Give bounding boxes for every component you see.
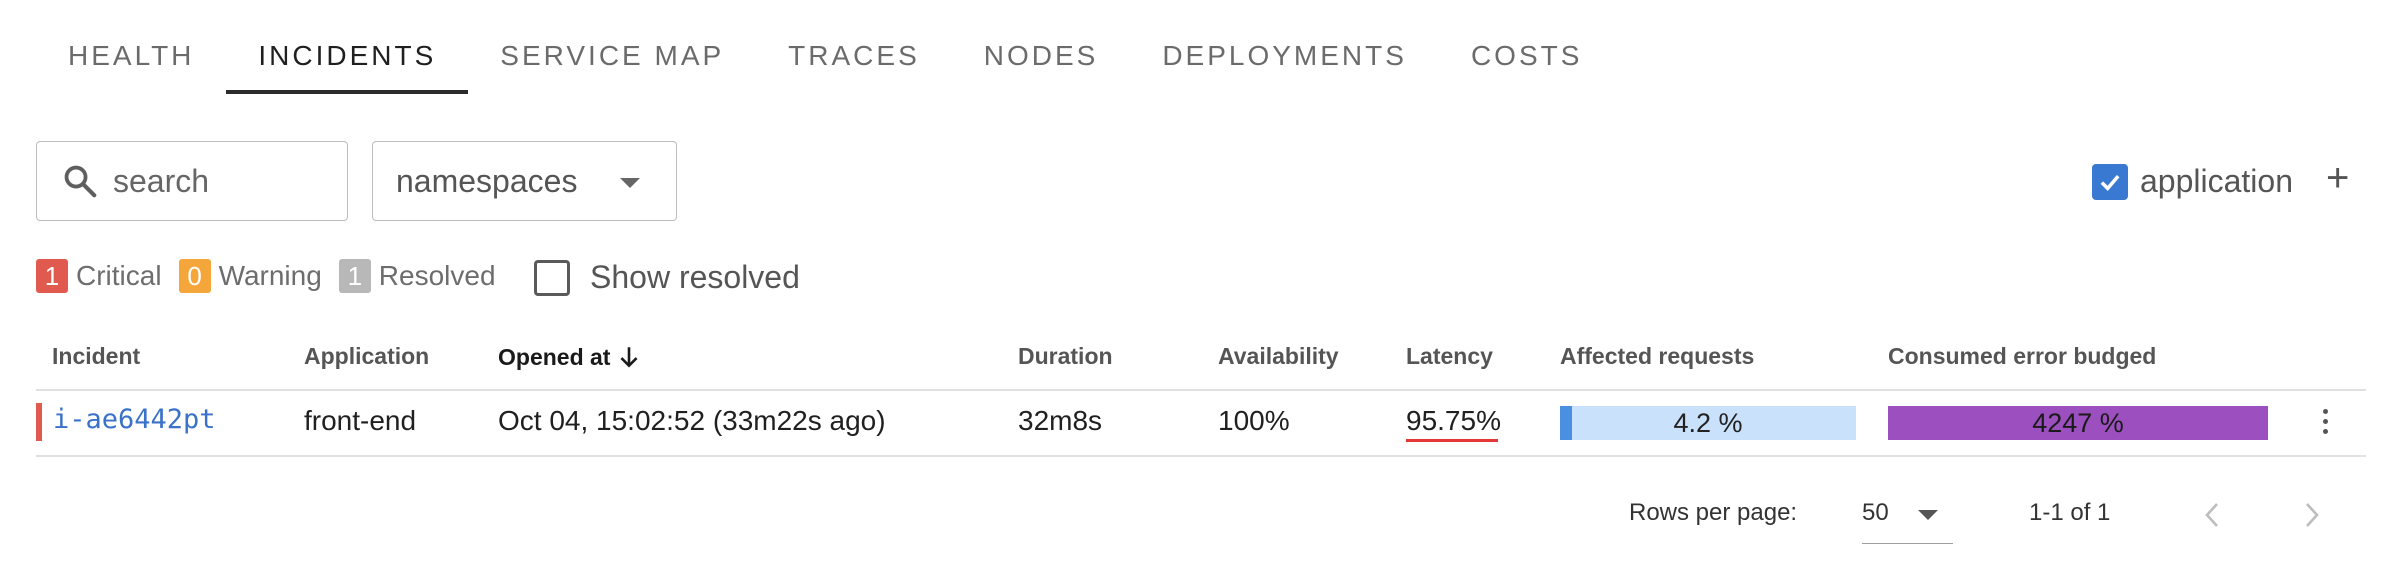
application-filter[interactable]: application: [2092, 163, 2293, 200]
search-box[interactable]: [36, 141, 348, 221]
show-resolved-toggle[interactable]: Show resolved: [534, 259, 800, 296]
tab-health[interactable]: HEALTH: [36, 30, 226, 94]
application-label: application: [2140, 163, 2293, 199]
resolved-status: 1 Resolved: [338, 259, 496, 293]
chevron-left-icon[interactable]: [2200, 500, 2224, 530]
more-options-icon[interactable]: [2321, 409, 2329, 434]
chevron-down-icon: [620, 178, 640, 188]
rows-per-page-value: 50: [1862, 499, 1889, 526]
affected-requests-value: 4.2 %: [1673, 408, 1743, 438]
chevron-down-icon: [1918, 510, 1938, 520]
cell-latency: 95.75%: [1406, 405, 1501, 436]
row-divider: [36, 455, 2366, 457]
tab-deployments[interactable]: DEPLOYMENTS: [1130, 30, 1439, 94]
column-header-opened-at-label: Opened at: [498, 343, 611, 370]
incident-link[interactable]: i-ae6442pt: [53, 404, 216, 435]
cell-application: front-end: [304, 405, 417, 436]
warning-label: Warning: [218, 260, 322, 291]
namespaces-select[interactable]: namespaces: [372, 141, 677, 221]
plus-icon[interactable]: +: [2326, 158, 2349, 198]
search-icon: [64, 165, 97, 198]
cell-opened-at: Oct 04, 15:02:52 (33m22s ago): [498, 405, 886, 436]
column-header-incident[interactable]: Incident: [52, 343, 140, 370]
cell-duration: 32m8s: [1018, 405, 1103, 436]
affected-requests-bar: 4.2 %: [1560, 406, 1856, 440]
warning-status: 0 Warning: [178, 259, 322, 293]
consumed-error-budget-bar: 4247 %: [1888, 406, 2268, 440]
pagination-range: 1-1 of 1: [2029, 499, 2111, 526]
show-resolved-checkbox[interactable]: [534, 259, 570, 296]
critical-count-badge: 1: [36, 259, 68, 293]
column-header-availability[interactable]: Availability: [1218, 343, 1339, 370]
column-header-affected-requests[interactable]: Affected requests: [1560, 343, 1754, 370]
tab-costs[interactable]: COSTS: [1439, 30, 1614, 94]
namespaces-label: namespaces: [396, 162, 578, 199]
critical-label: Critical: [76, 260, 162, 291]
severity-indicator: [36, 403, 42, 441]
column-header-duration[interactable]: Duration: [1018, 343, 1113, 370]
warning-count-badge: 0: [178, 259, 211, 293]
chevron-right-icon[interactable]: [2300, 500, 2324, 530]
tab-traces[interactable]: TRACES: [756, 30, 952, 94]
show-resolved-label: Show resolved: [590, 259, 800, 295]
cell-availability: 100%: [1218, 405, 1290, 436]
consumed-error-budget-value: 4247 %: [2032, 408, 2124, 438]
status-summary: 1 Critical 0 Warning 1 Resolved: [36, 259, 513, 293]
check-icon: [2100, 174, 2120, 191]
column-header-consumed-error-budget[interactable]: Consumed error budged: [1888, 343, 2156, 370]
column-header-latency[interactable]: Latency: [1406, 343, 1493, 370]
tab-nodes[interactable]: NODES: [952, 30, 1131, 94]
tab-service-map[interactable]: SERVICE MAP: [468, 30, 756, 94]
tab-incidents[interactable]: INCIDENTS: [226, 30, 469, 94]
critical-status: 1 Critical: [36, 259, 162, 293]
arrow-down-icon: [620, 347, 638, 368]
resolved-label: Resolved: [378, 260, 496, 291]
search-input[interactable]: [113, 162, 333, 200]
rows-per-page-label: Rows per page:: [1629, 499, 1798, 526]
column-header-opened-at[interactable]: Opened at: [498, 343, 642, 371]
latency-alert-underline: [1406, 439, 1498, 442]
resolved-count-badge: 1: [338, 259, 371, 293]
application-checkbox[interactable]: [2092, 163, 2128, 200]
header-divider: [36, 389, 2366, 391]
nav-tabs: HEALTH INCIDENTS SERVICE MAP TRACES NODE…: [36, 30, 1614, 94]
column-header-application[interactable]: Application: [304, 343, 429, 370]
